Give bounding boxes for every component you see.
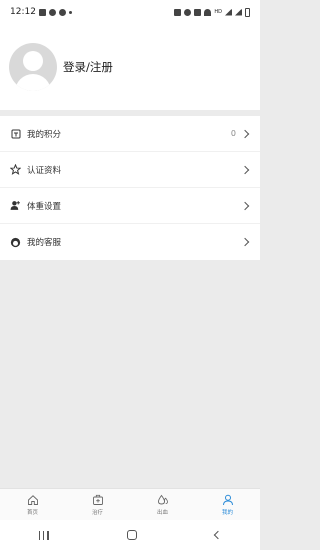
chevron-right-icon [240, 237, 250, 247]
tab-home[interactable]: 首页 [0, 489, 65, 520]
chat-notification-icon [48, 8, 56, 16]
avatar-body [15, 74, 51, 91]
tab-bleeding[interactable]: 出血 [130, 489, 195, 520]
tab-treatment[interactable]: 治疗 [65, 489, 130, 520]
tab-mine[interactable]: 我的 [195, 489, 260, 520]
nfc-icon [174, 8, 182, 16]
points-icon [10, 128, 21, 139]
status-bar: 12:12 HD [0, 0, 260, 24]
medical-kit-icon [92, 494, 103, 505]
settings-menu: 我的积分 0 认证资料 体重设置 我的客服 [0, 116, 260, 260]
signal-icon [225, 8, 232, 16]
menu-item-label: 我的积分 [27, 129, 62, 140]
chevron-right-icon [240, 129, 250, 138]
mute-icon [194, 8, 202, 16]
tab-label: 首页 [26, 509, 38, 516]
status-time: 12:12 [10, 7, 36, 17]
back-button[interactable] [213, 530, 223, 540]
system-navigation-bar [0, 520, 260, 550]
menu-item-label: 我的客服 [27, 238, 62, 248]
menu-item-points[interactable]: 我的积分 0 [0, 116, 260, 152]
menu-item-weight-settings[interactable]: 体重设置 [0, 188, 260, 224]
signal-icon-2 [235, 8, 242, 16]
status-left: 12:12 [10, 7, 72, 17]
timer-notification-icon [58, 8, 66, 16]
login-register-link[interactable]: 登录/注册 [63, 59, 113, 75]
home-button[interactable] [126, 530, 137, 540]
tab-label: 出血 [156, 509, 168, 516]
user-icon [222, 494, 233, 505]
more-notifications-icon [68, 10, 72, 14]
chevron-right-icon [240, 165, 250, 174]
home-icon [27, 494, 38, 505]
network-type-label: HD [214, 9, 222, 15]
alarm-icon [184, 8, 192, 16]
tab-label: 我的 [221, 509, 233, 516]
menu-item-customer-service[interactable]: 我的客服 [0, 224, 260, 260]
star-icon [10, 164, 21, 175]
tab-label: 治疗 [91, 509, 103, 516]
menu-item-label: 认证资料 [27, 165, 62, 176]
avatar-head [23, 51, 43, 71]
wifi-icon [204, 8, 212, 16]
status-right: HD [174, 7, 250, 17]
points-value: 0 [230, 129, 236, 138]
recents-button[interactable] [39, 530, 49, 540]
menu-item-certification[interactable]: 认证资料 [0, 152, 260, 188]
menu-item-label: 体重设置 [27, 201, 62, 212]
drops-icon [157, 494, 168, 504]
bottom-tab-bar: 首页 治疗 出血 我的 [0, 488, 260, 520]
avatar[interactable] [9, 43, 57, 91]
profile-header[interactable]: 登录/注册 [0, 24, 260, 110]
person-plus-icon [10, 200, 21, 211]
battery-icon [245, 7, 250, 17]
gallery-notification-icon [38, 8, 46, 16]
customer-service-icon [10, 237, 21, 248]
chevron-right-icon [240, 201, 250, 210]
